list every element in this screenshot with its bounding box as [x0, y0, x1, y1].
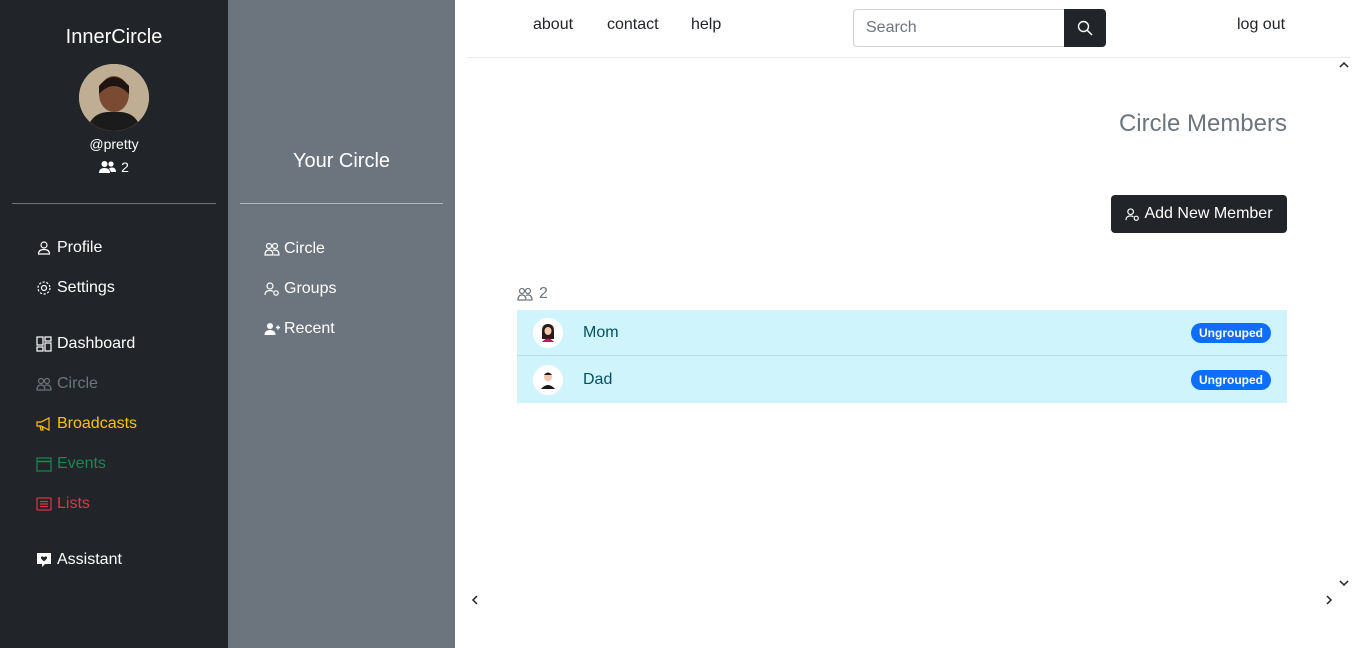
member-list: Mom Ungrouped Dad Ungrouped [517, 310, 1287, 403]
list-icon [36, 497, 52, 511]
subnav-item-circle[interactable]: Circle [264, 240, 325, 258]
member-avatar [533, 317, 563, 348]
circle-count-value: 2 [121, 159, 129, 175]
person-icon [37, 241, 51, 255]
people-icon [36, 377, 52, 391]
member-count-value: 2 [539, 285, 548, 302]
sidebar-item-label: Lists [57, 495, 90, 512]
member-name: Mom [583, 323, 619, 341]
people-fill-icon [99, 161, 117, 173]
sidebar-item-label: Assistant [57, 551, 122, 568]
sidebar-item-profile[interactable]: Profile [36, 239, 102, 257]
scroll-left-icon[interactable] [469, 593, 481, 609]
people-icon [517, 287, 533, 301]
people-icon [264, 242, 280, 256]
sidebar-item-dashboard[interactable]: Dashboard [36, 335, 135, 353]
member-row-dad[interactable]: Dad Ungrouped [517, 356, 1287, 403]
subnav-item-label: Recent [284, 320, 335, 337]
sidebar-item-settings[interactable]: Settings [36, 279, 115, 297]
page-title: Circle Members [1118, 110, 1287, 137]
gear-icon [37, 281, 51, 295]
dashboard-icon [36, 336, 52, 352]
nav-link-help[interactable]: help [691, 16, 721, 34]
add-member-label: Add New Member [1144, 205, 1273, 222]
sidebar-item-label: Profile [57, 239, 103, 256]
sidebar-item-label: Events [57, 455, 106, 472]
chat-heart-icon [37, 553, 51, 567]
member-avatar [533, 364, 563, 395]
calendar-icon [36, 457, 52, 472]
sidebar-item-lists[interactable]: Lists [36, 495, 90, 513]
member-name: Dad [583, 370, 613, 388]
sidebar-item-label: Settings [57, 279, 115, 296]
sidebar-item-events[interactable]: Events [36, 455, 106, 473]
brand-title[interactable]: InnerCircle [0, 26, 228, 49]
member-count: 2 [517, 285, 548, 303]
member-row-mom[interactable]: Mom Ungrouped [517, 310, 1287, 356]
subnav-item-recent[interactable]: Recent [264, 320, 335, 338]
user-handle: @pretty [89, 136, 139, 152]
sidebar-item-label: Broadcasts [57, 415, 138, 432]
sidebar-divider [12, 203, 216, 204]
subnav-item-groups[interactable]: Groups [264, 280, 336, 298]
circle-count: 2 [0, 159, 228, 175]
subnav-item-label: Groups [284, 280, 337, 297]
subnav-item-label: Circle [284, 240, 325, 257]
circle-subnav: Your Circle Circle Groups Recent [228, 0, 455, 648]
person-plus-icon [264, 323, 280, 335]
search-input[interactable] [853, 9, 1065, 47]
scroll-up-icon[interactable] [1338, 58, 1350, 74]
user-avatar[interactable] [79, 64, 149, 131]
sidebar-item-assistant[interactable]: Assistant [36, 551, 122, 569]
megaphone-icon [36, 417, 50, 431]
subnav-title: Your Circle [292, 150, 391, 172]
sidebar-item-broadcasts[interactable]: Broadcasts [36, 415, 137, 433]
sidebar-item-label: Circle [57, 375, 98, 392]
nav-link-about[interactable]: about [533, 16, 573, 34]
sidebar-item-circle[interactable]: Circle [36, 375, 98, 393]
scroll-right-icon[interactable] [1323, 593, 1335, 609]
search-icon [1077, 20, 1093, 36]
main-sidebar: InnerCircle @pretty 2 Profile Settings D… [0, 0, 228, 648]
person-gear-icon [1125, 207, 1140, 221]
scroll-down-icon[interactable] [1338, 576, 1350, 592]
nav-link-contact[interactable]: contact [607, 16, 659, 34]
status-badge: Ungrouped [1191, 369, 1271, 390]
header-divider [467, 57, 1350, 58]
person-gear-icon [264, 282, 279, 296]
status-badge: Ungrouped [1191, 322, 1271, 343]
sidebar-item-label: Dashboard [57, 335, 136, 352]
add-member-button[interactable]: Add New Member [1111, 195, 1287, 233]
subnav-divider [240, 203, 443, 204]
logout-link[interactable]: log out [1237, 16, 1285, 34]
search-button[interactable] [1064, 9, 1106, 47]
